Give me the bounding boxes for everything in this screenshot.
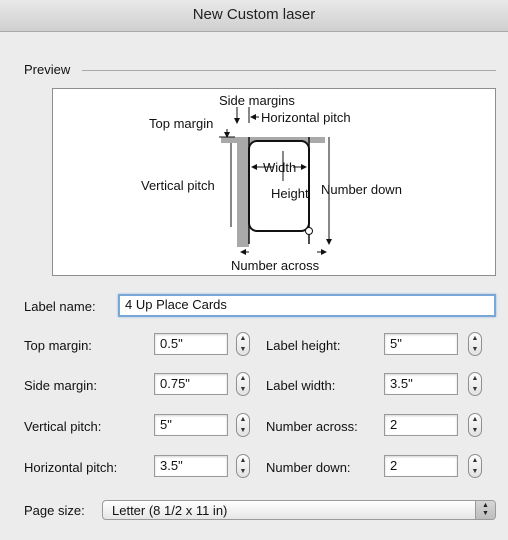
- stepper-down-icon[interactable]: ▼: [237, 344, 249, 355]
- preview-divider: [82, 70, 496, 71]
- preview-group-label: Preview: [24, 62, 71, 77]
- vertical-pitch-caption: Vertical pitch: [141, 178, 215, 193]
- top-margin-field[interactable]: 0.5": [154, 333, 228, 355]
- stepper-up-icon[interactable]: ▲: [469, 455, 481, 466]
- stepper-up-icon[interactable]: ▲: [237, 333, 249, 344]
- stepper-down-icon[interactable]: ▼: [237, 384, 249, 395]
- top-margin-label: Top margin:: [24, 338, 92, 353]
- page-size-label: Page size:: [24, 503, 85, 518]
- stepper-up-icon[interactable]: ▲: [469, 373, 481, 384]
- label-name-field[interactable]: 4 Up Place Cards: [118, 294, 496, 317]
- number-down-caption: Number down: [321, 182, 402, 197]
- stepper-down-icon[interactable]: ▼: [469, 344, 481, 355]
- stepper-up-icon[interactable]: ▲: [237, 414, 249, 425]
- number-across-field[interactable]: 2: [384, 414, 458, 436]
- label-width-label: Label width:: [266, 378, 336, 393]
- corner-marker: [305, 227, 313, 235]
- stepper-up-icon[interactable]: ▲: [237, 373, 249, 384]
- horizontal-pitch-field[interactable]: 3.5": [154, 455, 228, 477]
- stepper-down-icon[interactable]: ▼: [237, 425, 249, 436]
- side-margin-strip: [237, 139, 249, 247]
- stepper-up-icon[interactable]: ▲: [469, 333, 481, 344]
- page-size-value: Letter (8 1/2 x 11 in): [112, 503, 228, 518]
- number-across-stepper[interactable]: ▲ ▼: [468, 413, 482, 437]
- side-margins-caption: Side margins: [219, 93, 295, 108]
- stepper-up-icon[interactable]: ▲: [469, 414, 481, 425]
- horizontal-pitch-label: Horizontal pitch:: [24, 460, 118, 475]
- stepper-down-icon[interactable]: ▼: [237, 466, 249, 477]
- stepper-up-icon[interactable]: ▲: [237, 455, 249, 466]
- width-caption: Width: [263, 160, 296, 175]
- label-width-stepper[interactable]: ▲ ▼: [468, 372, 482, 396]
- stepper-down-icon[interactable]: ▼: [469, 466, 481, 477]
- side-margin-field[interactable]: 0.75": [154, 373, 228, 395]
- top-margin-stepper[interactable]: ▲ ▼: [236, 332, 250, 356]
- top-margin-caption: Top margin: [149, 116, 213, 131]
- vertical-pitch-field[interactable]: 5": [154, 414, 228, 436]
- preview-diagram: Side margins Horizontal pitch Top margin…: [52, 88, 496, 276]
- height-caption: Height: [271, 186, 309, 201]
- side-margin-stepper[interactable]: ▲ ▼: [236, 372, 250, 396]
- side-margin-label: Side margin:: [24, 378, 97, 393]
- page-size-popup[interactable]: Letter (8 1/2 x 11 in) ▲ ▼: [102, 500, 496, 520]
- stepper-down-icon[interactable]: ▼: [469, 384, 481, 395]
- label-width-field[interactable]: 3.5": [384, 373, 458, 395]
- number-down-label: Number down:: [266, 460, 351, 475]
- vertical-pitch-label: Vertical pitch:: [24, 419, 102, 434]
- popup-arrows-icon[interactable]: ▲ ▼: [475, 501, 495, 519]
- window-title: New Custom laser: [192, 6, 316, 23]
- stepper-down-icon[interactable]: ▼: [469, 425, 481, 436]
- horizontal-pitch-caption: Horizontal pitch: [261, 110, 351, 125]
- number-down-field[interactable]: 2: [384, 455, 458, 477]
- label-height-stepper[interactable]: ▲ ▼: [468, 332, 482, 356]
- number-across-label: Number across:: [266, 419, 358, 434]
- horizontal-pitch-stepper[interactable]: ▲ ▼: [236, 454, 250, 478]
- number-across-caption: Number across: [231, 258, 320, 273]
- label-height-field[interactable]: 5": [384, 333, 458, 355]
- label-height-label: Label height:: [266, 338, 341, 353]
- label-name-label: Label name:: [24, 299, 96, 314]
- vertical-pitch-stepper[interactable]: ▲ ▼: [236, 413, 250, 437]
- number-down-stepper[interactable]: ▲ ▼: [468, 454, 482, 478]
- title-bar[interactable]: New Custom laser: [0, 0, 508, 32]
